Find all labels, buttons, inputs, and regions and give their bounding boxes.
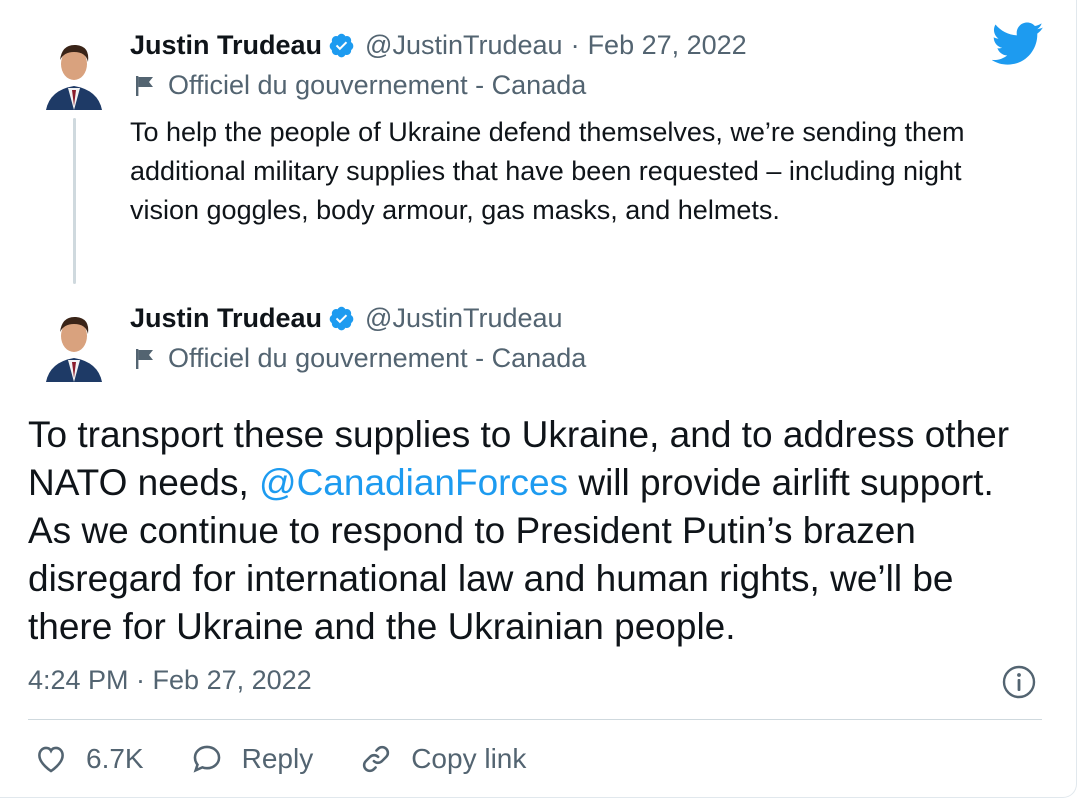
action-bar: 6.7K Reply Copy link bbox=[34, 742, 572, 776]
tweet-date[interactable]: Feb 27, 2022 bbox=[588, 30, 747, 61]
main-author-row: Justin Trudeau @JustinTrudeau bbox=[130, 303, 563, 334]
author-handle[interactable]: @JustinTrudeau bbox=[365, 303, 563, 334]
thread-connector-line bbox=[73, 118, 76, 284]
reply-label: Reply bbox=[241, 743, 314, 774]
government-label-row: Officiel du gouvernement - Canada bbox=[134, 70, 586, 101]
flag-icon bbox=[136, 75, 153, 96]
divider bbox=[28, 719, 1042, 720]
quoted-author-row: Justin Trudeau @JustinTrudeau · Feb 27, … bbox=[130, 30, 747, 61]
author-name[interactable]: Justin Trudeau bbox=[130, 303, 322, 334]
tweet-embed-card: Justin Trudeau @JustinTrudeau · Feb 27, … bbox=[0, 0, 1077, 798]
main-tweet-text: To transport these supplies to Ukraine, … bbox=[28, 411, 1038, 651]
twitter-bird-icon[interactable] bbox=[992, 22, 1044, 66]
info-icon[interactable] bbox=[1001, 664, 1037, 700]
mention-link[interactable]: @CanadianForces bbox=[259, 462, 568, 503]
like-button[interactable]: 6.7K bbox=[34, 742, 144, 776]
author-name[interactable]: Justin Trudeau bbox=[130, 30, 322, 61]
government-label: Officiel du gouvernement - Canada bbox=[168, 70, 587, 100]
copy-link-button[interactable]: Copy link bbox=[359, 742, 526, 776]
link-icon bbox=[363, 745, 390, 773]
flag-icon bbox=[136, 348, 153, 369]
verified-badge-icon bbox=[329, 306, 354, 331]
avatar[interactable] bbox=[42, 302, 106, 382]
avatar[interactable] bbox=[42, 30, 106, 110]
copy-link-label: Copy link bbox=[411, 743, 527, 774]
verified-badge-icon bbox=[329, 33, 354, 58]
reply-button[interactable]: Reply bbox=[190, 742, 314, 776]
government-label: Officiel du gouvernement - Canada bbox=[168, 343, 587, 373]
government-label-row: Officiel du gouvernement - Canada bbox=[134, 343, 586, 374]
tweet-timestamp[interactable]: 4:24 PM · Feb 27, 2022 bbox=[28, 665, 312, 696]
speech-bubble-icon bbox=[193, 745, 220, 773]
quoted-tweet-text: To help the people of Ukraine defend the… bbox=[130, 117, 965, 225]
heart-icon bbox=[38, 746, 64, 773]
separator-dot: · bbox=[570, 30, 580, 60]
like-count: 6.7K bbox=[86, 743, 144, 774]
author-handle[interactable]: @JustinTrudeau bbox=[365, 30, 563, 61]
